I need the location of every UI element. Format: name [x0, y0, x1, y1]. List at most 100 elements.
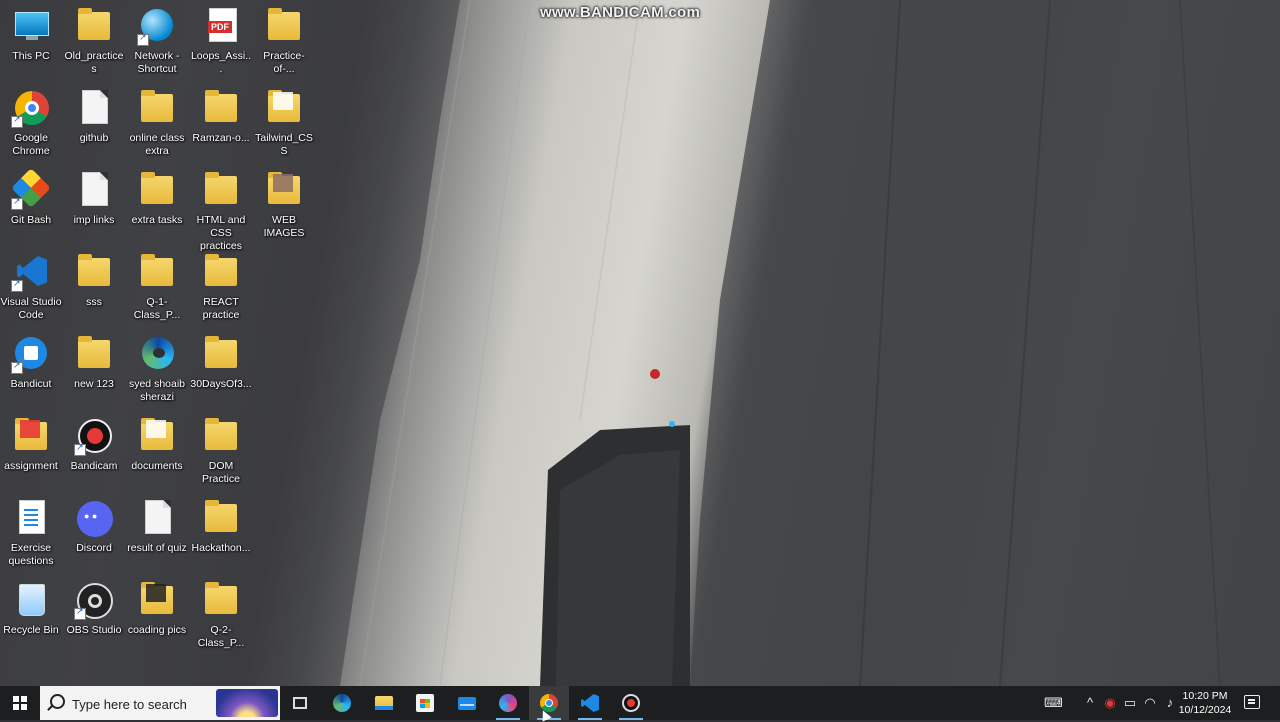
bandicam-watermark: www.BANDICAM.com [540, 4, 701, 21]
folder-icon [264, 88, 304, 128]
folder-icon [137, 88, 177, 128]
taskbar-clock[interactable]: 10:20 PM 10/12/2024 [1170, 689, 1240, 717]
file-icon [137, 498, 177, 538]
vscode-icon [11, 252, 51, 292]
desktop-icon-network-shortcut[interactable]: Network - Shortcut [126, 6, 188, 76]
taskbar: ⌨ ^ ◉ ▭ ◠ ♪ 10:20 PM 10/12/2024 [0, 686, 1280, 720]
taskbar-task-view[interactable] [280, 686, 320, 720]
mail-icon [458, 697, 476, 710]
desktop-icon-coading-pics[interactable]: coading pics [126, 580, 188, 637]
notification-center-icon[interactable] [1244, 695, 1260, 709]
task-view-icon [293, 697, 307, 709]
file-icon [74, 170, 114, 210]
clock-date: 10/12/2024 [1178, 704, 1232, 716]
desktop-icon-discord[interactable]: Discord [63, 498, 125, 555]
clock-time: 10:20 PM [1182, 690, 1228, 702]
windows-logo-icon [13, 696, 27, 710]
taskbar-edge[interactable] [322, 686, 362, 720]
desktop-icon-git-bash[interactable]: Git Bash [0, 168, 62, 227]
search-icon [50, 694, 65, 709]
file-icon [74, 88, 114, 128]
desktop-icon-this-pc[interactable]: This PC [0, 6, 62, 63]
desktop-icon-extra-tasks[interactable]: extra tasks [126, 170, 188, 227]
word-doc-icon [11, 498, 51, 538]
folder-icon [201, 252, 241, 292]
chrome-icon [11, 88, 51, 128]
search-input[interactable] [70, 693, 214, 715]
folder-icon [201, 170, 241, 210]
desktop-icon-web-images[interactable]: WEB IMAGES [253, 170, 315, 240]
desktop-icon-result-of-quiz[interactable]: result of quiz [126, 498, 188, 555]
folder-icon [137, 580, 177, 620]
bandicam-icon [622, 694, 640, 712]
chat-icon [499, 694, 517, 712]
desktop-icon-google-chrome[interactable]: Google Chrome [0, 88, 62, 158]
wifi-icon[interactable]: ◠ [1142, 695, 1158, 711]
network-icon [137, 6, 177, 46]
bandicut-icon [11, 334, 51, 374]
desktop-icon-documents[interactable]: documents [126, 416, 188, 473]
file-explorer-icon [375, 696, 393, 710]
folder-icon [201, 416, 241, 456]
desktop-icon-dom-practice[interactable]: DOM Practice [190, 416, 252, 486]
touch-keyboard-icon[interactable]: ⌨ [1044, 695, 1063, 711]
bandicam-recording-icon[interactable]: ◉ [1102, 695, 1118, 711]
recycle-bin-icon [11, 580, 51, 620]
desktop-icon-react-practice[interactable]: REACT practice [190, 252, 252, 322]
folder-icon [74, 334, 114, 374]
taskbar-mail[interactable] [447, 686, 487, 720]
desktop-icon-30days[interactable]: 30DaysOf3... [190, 334, 252, 391]
desktop-icon-tailwind-css[interactable]: Tailwind_CSS [253, 88, 315, 158]
desktop-icon-bandicam[interactable]: Bandicam [63, 416, 125, 473]
desktop-icon-hackathon[interactable]: Hackathon... [190, 498, 252, 555]
git-bash-icon [11, 168, 51, 210]
folder-icon [137, 252, 177, 292]
folder-icon [201, 580, 241, 620]
bandicam-icon [74, 416, 114, 456]
folder-icon [74, 252, 114, 292]
desktop-icon-sss[interactable]: sss [63, 252, 125, 309]
desktop-icon-practice-of[interactable]: Practice-of-... [253, 6, 315, 76]
discord-icon [74, 498, 114, 538]
folder-icon [137, 416, 177, 456]
search-highlight-image [216, 689, 278, 717]
battery-icon[interactable]: ▭ [1122, 695, 1138, 711]
microsoft-store-icon [416, 694, 434, 712]
folder-icon [11, 416, 51, 456]
desktop-icon-recycle-bin[interactable]: Recycle Bin [0, 580, 62, 637]
desktop-icon-html-css-practices[interactable]: HTML and CSS practices [190, 170, 252, 253]
show-hidden-icons-chevron-icon[interactable]: ^ [1082, 695, 1098, 711]
desktop-icon-old-practices[interactable]: Old_practices [63, 6, 125, 76]
desktop-icon-assignment[interactable]: assignment [0, 416, 62, 473]
desktop-icon-bandicut[interactable]: Bandicut [0, 334, 62, 391]
desktop-icon-q1-class[interactable]: Q-1-Class_P... [126, 252, 188, 322]
taskbar-file-explorer[interactable] [364, 686, 404, 720]
edge-icon [333, 694, 351, 712]
desktop-icon-syed-shoaib-sherazi[interactable]: syed shoaib sherazi [126, 334, 188, 404]
pdf-icon: PDF [201, 6, 241, 46]
folder-icon [201, 498, 241, 538]
desktop-icon-exercise-questions[interactable]: Exercise questions [0, 498, 62, 568]
desktop-icon-imp-links[interactable]: imp links [63, 170, 125, 227]
desktop-icon-loops-assignment[interactable]: PDF Loops_Assi... [190, 6, 252, 76]
taskbar-chat[interactable] [488, 686, 528, 720]
folder-icon [201, 88, 241, 128]
desktop-icon-new-123[interactable]: new 123 [63, 334, 125, 391]
desktop-icon-q2-class[interactable]: Q-2-Class_P... [190, 580, 252, 650]
taskbar-microsoft-store[interactable] [405, 686, 445, 720]
folder-icon [74, 6, 114, 46]
desktop-icon-online-class-extra[interactable]: online class extra [126, 88, 188, 158]
desktop-icon-vscode[interactable]: Visual Studio Code [0, 252, 62, 322]
start-button[interactable] [0, 686, 40, 720]
vscode-icon [581, 694, 599, 712]
this-pc-icon [11, 6, 51, 46]
folder-icon [137, 170, 177, 210]
desktop-icon-obs-studio[interactable]: OBS Studio [63, 580, 125, 637]
taskbar-bandicam[interactable] [611, 686, 651, 720]
taskbar-search-box[interactable] [40, 686, 280, 720]
taskbar-vscode[interactable] [570, 686, 610, 720]
desktop-icon-ramzan[interactable]: Ramzan-o... [190, 88, 252, 145]
folder-icon [264, 6, 304, 46]
desktop-icon-github[interactable]: github [63, 88, 125, 145]
folder-icon [264, 170, 304, 210]
